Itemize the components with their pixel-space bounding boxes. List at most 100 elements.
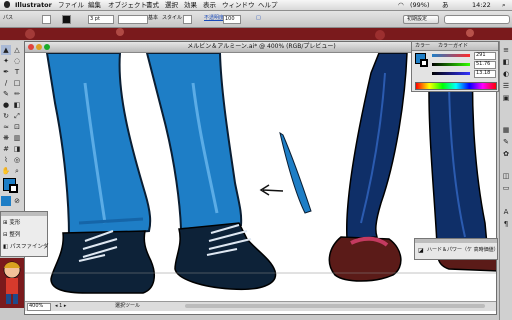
brush-definition-field[interactable] — [118, 15, 148, 24]
transform-align-pathfinder-panel: ⊞ 変形 ⊟ 整列 ◧ パスファインダ — [0, 211, 48, 257]
dock-artboards-icon[interactable]: ▭ — [501, 183, 511, 193]
color-mode-icon[interactable] — [1, 196, 11, 206]
color-panel: カラー カラーガイド 291 51.76 13.18 — [411, 41, 499, 92]
dock-layers-icon[interactable]: ◫ — [501, 171, 511, 181]
menu-help[interactable]: ヘルプ — [258, 1, 278, 9]
stroke-color-swatch[interactable] — [9, 184, 18, 193]
graph-tool-icon[interactable]: ▥ — [12, 133, 22, 143]
panel-dock-strip: ≡ ◧ ◐ ☰ ▣ ▦ ✎ ✿ ◫ ▭ A ¶ — [499, 41, 512, 320]
input-method-indicator[interactable]: あ — [442, 1, 449, 9]
menu-window[interactable]: ウィンドウ — [222, 1, 255, 9]
zoom-tool-icon[interactable]: ⌕ — [12, 166, 22, 176]
dock-symbols-icon[interactable]: ✿ — [501, 149, 511, 159]
style-label: スタイル — [162, 15, 183, 21]
fill-swatch[interactable] — [42, 15, 51, 24]
spotlight-icon[interactable]: ⌕ — [502, 1, 506, 9]
blend-tool-icon[interactable]: ◎ — [12, 155, 22, 165]
align-label: 整列 — [9, 232, 21, 238]
search-help-field[interactable] — [444, 15, 510, 24]
pencil-tool-icon[interactable]: ✏ — [12, 89, 22, 99]
magic-wand-tool-icon[interactable]: ✦ — [1, 56, 11, 66]
style-swatch[interactable] — [183, 15, 192, 24]
dock-gradient-icon[interactable]: ◧ — [501, 57, 511, 67]
transform-panel-item[interactable]: ⊞ 変形 — [3, 219, 20, 228]
blob-brush-tool-icon[interactable]: ● — [1, 100, 11, 110]
b-slider[interactable] — [432, 72, 470, 75]
zoom-level-field[interactable]: 400% — [27, 303, 51, 311]
menu-file[interactable]: ファイル — [58, 1, 84, 9]
pen-tool-icon[interactable]: ✒ — [1, 67, 11, 77]
free-transform-tool-icon[interactable]: ⊡ — [12, 122, 22, 132]
warp-tool-icon[interactable]: ≈ — [1, 122, 11, 132]
stroke-weight-value: 3 pt — [90, 16, 100, 22]
panel-header[interactable] — [1, 212, 47, 216]
gradient-tool-icon[interactable]: ◨ — [12, 144, 22, 154]
type-tool-icon[interactable]: T — [12, 67, 22, 77]
lasso-tool-icon[interactable]: ◌ — [12, 56, 22, 66]
menu-type[interactable]: 書式 — [146, 1, 159, 9]
dock-paragraph-icon[interactable]: ¶ — [501, 219, 511, 229]
status-text: 選択ツール — [115, 303, 141, 309]
hand-tool-icon[interactable]: ✋ — [1, 166, 11, 176]
line-tool-icon[interactable]: / — [1, 78, 11, 88]
document-setup-link[interactable]: □ — [256, 15, 261, 22]
workspace-label: 初期設定 — [407, 16, 428, 22]
pathfinder-icon: ◧ — [3, 244, 9, 250]
desktop-pattern — [0, 28, 512, 40]
brush-label: 基本 — [148, 15, 159, 21]
battery-status[interactable]: (99%) — [410, 1, 430, 9]
horizontal-scrollbar[interactable] — [185, 304, 485, 308]
menu-view[interactable]: 表示 — [203, 1, 216, 9]
brush-name-label[interactable]: ハード＆パワー（ケ 高時価値） — [427, 247, 499, 254]
zoom-level-value: 400% — [29, 303, 44, 309]
scale-tool-icon[interactable]: ⤢ — [12, 111, 22, 121]
dock-type-icon[interactable]: A — [501, 207, 511, 217]
pathfinder-panel-item[interactable]: ◧ パスファインダ — [3, 243, 48, 252]
r-slider[interactable] — [432, 54, 470, 57]
stroke-swatch[interactable] — [62, 15, 71, 24]
wifi-icon[interactable]: ◠ — [398, 1, 404, 9]
rectangle-tool-icon[interactable]: □ — [12, 78, 22, 88]
app-menu[interactable]: Illustrator — [15, 1, 52, 9]
b-value-field[interactable]: 13.18 — [474, 70, 496, 78]
tab-color-guide[interactable]: カラーガイド — [438, 42, 468, 50]
stroke-weight-field[interactable]: 3 pt — [88, 15, 114, 24]
menu-edit[interactable]: 編集 — [88, 1, 101, 9]
selection-tool-icon[interactable]: ▲ — [1, 45, 11, 55]
paintbrush-tool-icon[interactable]: ✎ — [1, 89, 11, 99]
symbol-sprayer-tool-icon[interactable]: ❋ — [1, 133, 11, 143]
dock-swatches-icon[interactable]: ▦ — [501, 125, 511, 135]
g-value-field[interactable]: 51.76 — [474, 61, 496, 69]
workspace-switcher[interactable]: 初期設定 — [403, 15, 439, 24]
r-value-field[interactable]: 291 — [474, 52, 496, 60]
mesh-tool-icon[interactable]: # — [1, 144, 11, 154]
character-icon — [3, 261, 21, 304]
align-panel-item[interactable]: ⊟ 整列 — [3, 231, 20, 240]
none-mode-icon[interactable]: ⊘ — [12, 196, 22, 206]
rotate-tool-icon[interactable]: ↻ — [1, 111, 11, 121]
opacity-label: 不透明度 — [204, 15, 225, 21]
eraser-tool-icon[interactable]: ◧ — [12, 100, 22, 110]
menu-select[interactable]: 選択 — [165, 1, 178, 9]
align-icon: ⊟ — [3, 232, 8, 238]
eyedropper-tool-icon[interactable]: ⌇ — [1, 155, 11, 165]
brush-panel-header[interactable] — [415, 239, 497, 243]
artboard-nav-icon[interactable]: ◂ 1 ▸ — [55, 303, 66, 310]
menu-object[interactable]: オブジェクト — [108, 1, 147, 9]
clock[interactable]: 14:22 — [472, 1, 491, 9]
direct-selection-tool-icon[interactable]: △ — [12, 45, 22, 55]
tab-color[interactable]: カラー — [415, 42, 430, 50]
dock-transparency-icon[interactable]: ◐ — [501, 69, 511, 79]
opacity-field[interactable]: 100 — [223, 15, 241, 24]
brush-panel: ◪ ハード＆パワー（ケ 高時価値） — [414, 238, 499, 260]
apple-menu-icon[interactable] — [4, 1, 10, 8]
dock-appearance-icon[interactable]: ☰ — [501, 81, 511, 91]
desktop-background — [0, 28, 512, 40]
menu-effect[interactable]: 効果 — [184, 1, 197, 9]
color-spectrum-bar[interactable] — [415, 82, 497, 90]
g-slider[interactable] — [432, 63, 470, 66]
dock-graphic-styles-icon[interactable]: ▣ — [501, 93, 511, 103]
panel-stroke-swatch[interactable] — [420, 59, 428, 67]
dock-brushes-icon[interactable]: ✎ — [501, 137, 511, 147]
dock-stroke-icon[interactable]: ≡ — [501, 45, 511, 55]
